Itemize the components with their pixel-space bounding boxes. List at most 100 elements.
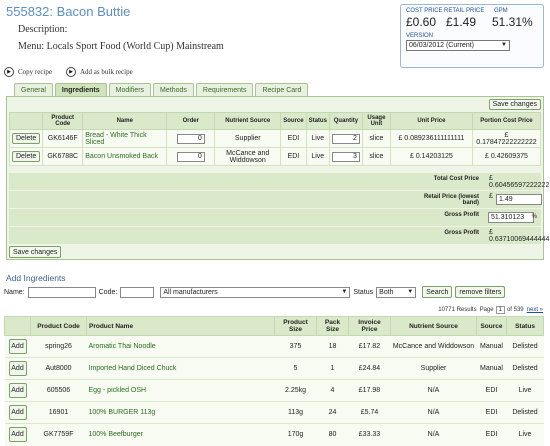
save-changes-button-bottom[interactable]: Save changes [9,246,62,258]
remove-filters-button[interactable]: remove filters [455,286,506,298]
add-bulk-recipe-link[interactable]: ▶ Add as bulk recipe [66,67,133,77]
play-icon: ▶ [4,67,14,77]
usage-unit: slice [361,147,391,166]
source: EDI [476,401,507,424]
gross-profit-percent-input[interactable]: 51.310123 [488,212,534,223]
add-button[interactable]: Add [8,339,27,354]
chevron-down-icon: ▼ [407,288,414,295]
retail-currency: £ [489,193,493,200]
pack-size: 24 [316,401,349,424]
nutrient-source: McCance and Widdowson [214,147,282,166]
table-row: Add GK7759F 100% Beefburger 170g 80 £33.… [4,423,544,446]
tab-methods[interactable]: Methods [153,83,194,96]
product-size: 113g [274,401,317,424]
delete-button[interactable]: Delete [12,151,41,162]
retail-price-input[interactable]: 1.49 [496,194,542,205]
ingredient-name-link[interactable]: Bread - White Thick Sliced [82,129,168,148]
column-header: Name [82,112,168,130]
version-value: 06/03/2012 (Current) [409,42,474,49]
table-row: Add 605506 Egg - pickled OSH 2.25kg 4 £1… [4,379,544,402]
total-cost-value: £ 0.60456597222222 [489,175,550,189]
product-name-link[interactable]: 100% Beefburger [86,423,275,446]
column-header: Unit Price [389,112,473,130]
source: EDI [280,129,307,148]
quantity-input[interactable]: 2 [331,133,360,144]
source: Manual [476,357,507,380]
nutrient-source: N/A [390,423,477,446]
product-size: 375 [274,335,317,358]
product-name-link[interactable]: Aromatic Thai Noodle [86,335,275,358]
product-name-link[interactable]: Egg - pickled OSH [86,379,275,402]
table-row: Add spring26 Aromatic Thai Noodle 375 18… [4,335,544,358]
product-name-link[interactable]: Imported Hand Diced Chuck [86,357,275,380]
product-name-link[interactable]: 100% BURGER 113g [86,401,275,424]
page-title: 555832: Bacon Buttie [6,4,131,19]
unit-price: £ 0.14203125 [389,147,473,166]
table-row: Delete GK6788C Bacon Unsmoked Back 0 McC… [8,147,542,166]
add-button[interactable]: Add [8,383,27,398]
code-input[interactable] [120,286,155,298]
code-label: Code: [98,288,118,296]
nutrient-source: Supplier [390,357,477,380]
name-input[interactable] [27,286,96,298]
products-table: Product Code Product Name Product Size P… [4,316,544,446]
order-input[interactable]: 0 [176,151,205,162]
manufacturer-select[interactable]: All manufacturers ▼ [160,286,351,298]
next-page-link[interactable]: next » [527,307,543,313]
column-header [4,316,31,336]
tab-requirements[interactable]: Requirements [195,83,254,96]
ingredients-table: Product Code Name Order Nutrient Source … [8,112,542,166]
product-code: 605506 [30,379,87,402]
gross-profit-value: £ 0.63710069444444 [489,229,550,243]
product-code: GK6788C [42,147,84,166]
column-header: Nutrient Source [214,112,282,130]
cost-price-label: COST PRICE [406,8,443,14]
save-changes-button[interactable]: Save changes [488,99,541,110]
tab-recipe-card[interactable]: Recipe Card [255,83,309,96]
status-select[interactable]: Both ▼ [376,286,417,298]
copy-recipe-label: Copy recipe [18,68,53,76]
status: Delisted [506,357,544,380]
add-button[interactable]: Add [8,427,27,443]
version-select[interactable]: 06/03/2012 (Current) ▼ [406,40,510,51]
order-input[interactable]: 0 [176,133,205,144]
column-header: Product Code [30,316,87,336]
add-button[interactable]: Add [8,405,27,420]
name-label: Name: [4,288,25,296]
page-select[interactable]: 1 [495,306,505,314]
portion-cost: £ 0.17847222222222 [471,129,542,148]
add-button[interactable]: Add [8,361,27,376]
price-summary-box: COST PRICE RETAIL PRICE GPM £0.60 £1.49 … [400,4,544,68]
retail-price-band-label: Retail Price (lowest band) [423,194,479,206]
product-code: 16901 [30,401,87,424]
gpm-value: 51.31% [492,15,533,29]
status: Delisted [506,335,544,358]
product-size: 5 [274,357,317,380]
quantity-input[interactable]: 3 [331,151,360,162]
product-code: GK6146F [42,129,84,148]
invoice-price: £17.98 [348,379,391,402]
invoice-price: £33.33 [348,423,391,446]
source: EDI [476,379,507,402]
gross-profit-row: Gross Profit £ 0.63710069444444 [9,226,549,244]
delete-button[interactable]: Delete [12,133,41,144]
retail-price-value: £1.49 [446,15,477,29]
results-count: 10771 Results [438,307,477,313]
total-cost-row: Total Cost Price £ 0.60456597222222 [9,172,549,190]
column-header: Usage Unit [361,112,391,130]
nutrient-source: McCance and Widdowson [390,335,477,358]
copy-recipe-link[interactable]: ▶ Copy recipe [4,67,52,77]
table-row: Add Aut8000 Imported Hand Diced Chuck 5 … [4,357,544,380]
tab-modifiers[interactable]: Modifiers [108,83,152,96]
page-total: of 539 [506,307,524,313]
nutrient-source: N/A [390,379,477,402]
status: Live [305,147,330,166]
tab-general[interactable]: General [14,83,53,96]
source: EDI [280,147,307,166]
tab-ingredients[interactable]: Ingredients [54,83,107,96]
column-header: Product Code [42,112,84,130]
status: Live [506,423,544,446]
product-size: 170g [274,423,317,446]
ingredient-name-link[interactable]: Bacon Unsmoked Back [82,147,168,166]
search-button[interactable]: Search [422,286,453,298]
